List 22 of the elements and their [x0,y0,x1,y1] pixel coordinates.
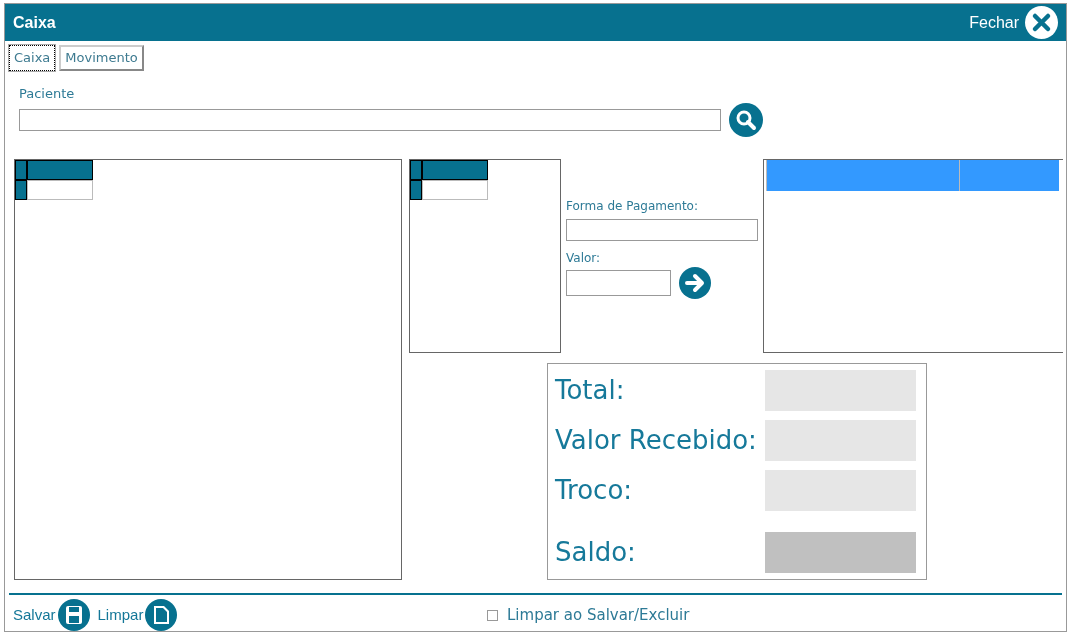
field-label: Paciente [19,84,76,103]
window-title: Caixa [13,12,56,33]
floppy-disk-icon [57,599,90,631]
checkbox-label: Limpar ao Salvar/Excluir [507,604,690,626]
total-label: Valor Recebido: [555,424,758,457]
total-label: Total: [555,374,626,407]
arrow-right-icon[interactable] [679,267,711,299]
clear-button[interactable]: Limpar [97,599,178,631]
payment-method-field[interactable] [566,219,758,241]
search-icon[interactable] [729,103,763,137]
field-label: Valor: [566,250,602,267]
value-field[interactable] [566,270,671,296]
total-label: Saldo: [555,536,637,569]
patient-input-field[interactable] [19,109,721,131]
document-icon [145,599,178,631]
tab[interactable]: Movimento [59,45,144,71]
save-button[interactable]: Salvar [13,599,90,631]
close-button[interactable]: Fechar [969,6,1058,39]
total-label: Troco: [555,474,634,507]
field-label: Forma de Pagamento: [566,198,699,215]
tab[interactable]: Caixa [9,45,56,71]
checkbox[interactable] [487,609,498,621]
